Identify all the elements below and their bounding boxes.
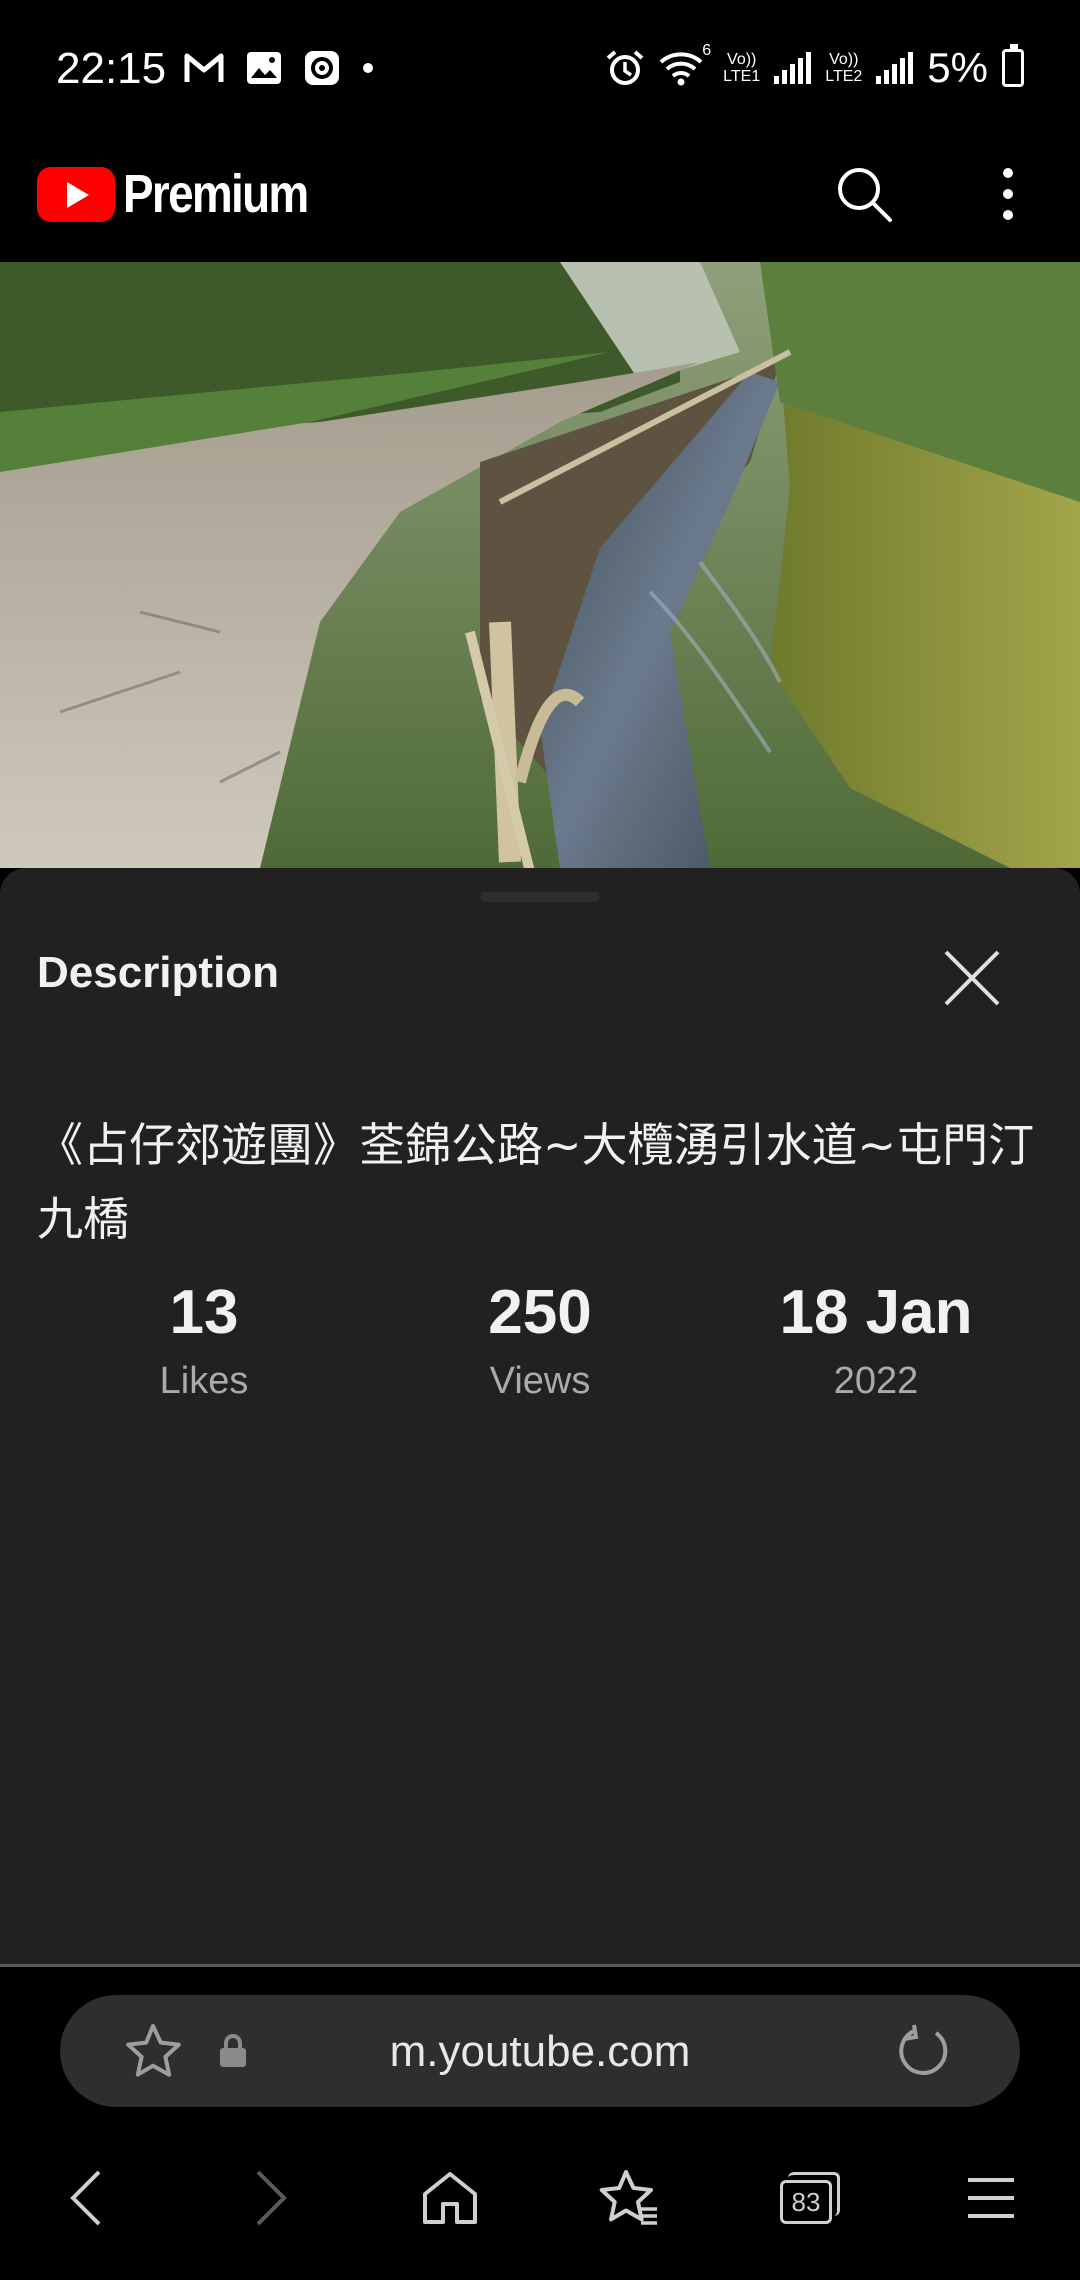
browser-toolbar: m.youtube.com 83	[0, 1967, 1080, 2280]
views-label: Views	[489, 1360, 591, 1402]
alarm-icon	[606, 50, 644, 85]
home-icon	[423, 2172, 477, 2224]
panel-title: Description	[37, 948, 280, 997]
upload-year: 2022	[833, 1360, 919, 1402]
forward-icon	[256, 2170, 287, 2226]
tabs-button[interactable]: 83	[755, 2143, 865, 2253]
tab-count: 83	[780, 2180, 832, 2224]
status-system-icons: 6 Vo)) LTE1 Vo)) LTE2 5%	[605, 42, 1024, 92]
video-frame	[0, 262, 1080, 868]
youtube-premium-logo[interactable]: Premium	[37, 163, 340, 225]
upload-date: 18 Jan	[779, 1278, 973, 1347]
likes-label: Likes	[159, 1360, 249, 1402]
home-button[interactable]	[395, 2143, 505, 2253]
reload-icon[interactable]	[896, 2023, 952, 2079]
sync-icon	[305, 51, 339, 85]
browser-nav-bar: 83	[0, 2143, 1080, 2253]
forward-button[interactable]	[217, 2143, 327, 2253]
drag-handle[interactable]	[480, 892, 600, 902]
status-notification-icons	[184, 50, 374, 86]
battery-percent: 5%	[927, 44, 988, 91]
menu-button[interactable]	[936, 2143, 1046, 2253]
lte1-label: Vo)) LTE1	[723, 51, 761, 85]
video-stats: 13 Likes 250 Views 18 Jan 2022	[0, 1278, 1080, 1418]
back-button[interactable]	[30, 2143, 140, 2253]
video-player[interactable]	[0, 262, 1080, 868]
description-panel: Description 《占仔郊遊團》荃錦公路~大欖湧引水道~屯門汀九橋 13 …	[0, 868, 1080, 1964]
date-stat: 18 Jan 2022	[726, 1278, 1026, 1403]
battery-charging-icon	[1002, 44, 1024, 87]
search-button[interactable]	[826, 156, 902, 232]
wifi-badge: 6	[702, 42, 712, 59]
search-icon	[838, 168, 892, 222]
bookmarks-button[interactable]	[574, 2143, 684, 2253]
wifi-icon: 6	[659, 42, 711, 88]
likes-count: 13	[169, 1278, 239, 1347]
tabs-icon: 83	[780, 2172, 840, 2224]
menu-icon	[968, 2178, 1014, 2218]
gmail-icon	[184, 53, 224, 82]
views-stat: 250 Views	[390, 1278, 690, 1403]
lte2-label: Vo)) LTE2	[825, 51, 863, 85]
address-bar[interactable]: m.youtube.com	[60, 1995, 1020, 2107]
views-count: 250	[488, 1278, 592, 1347]
gallery-icon	[247, 52, 281, 84]
app-bar: Premium	[0, 140, 1080, 262]
video-title: 《占仔郊遊團》荃錦公路~大欖湧引水道~屯門汀九橋	[37, 1118, 1035, 1246]
status-time: 22:15	[56, 44, 167, 93]
youtube-play-logo-icon	[37, 166, 115, 222]
url-text[interactable]: m.youtube.com	[60, 2027, 1020, 2077]
close-description-button[interactable]	[940, 946, 1004, 1010]
status-bar: 22:15 6 Vo)) LTE1 Vo)) LTE2 5%	[0, 0, 1080, 140]
back-icon	[70, 2170, 101, 2226]
close-icon	[944, 950, 1000, 1006]
likes-stat: 13 Likes	[54, 1278, 354, 1403]
signal-lte2-icon	[876, 52, 914, 84]
more-vertical-icon	[1003, 168, 1013, 220]
signal-lte1-icon	[774, 52, 812, 84]
dot-icon	[363, 63, 373, 73]
bookmarks-icon	[599, 2170, 657, 2225]
more-options-button[interactable]	[970, 156, 1046, 232]
logo-text: Premium	[123, 164, 309, 224]
